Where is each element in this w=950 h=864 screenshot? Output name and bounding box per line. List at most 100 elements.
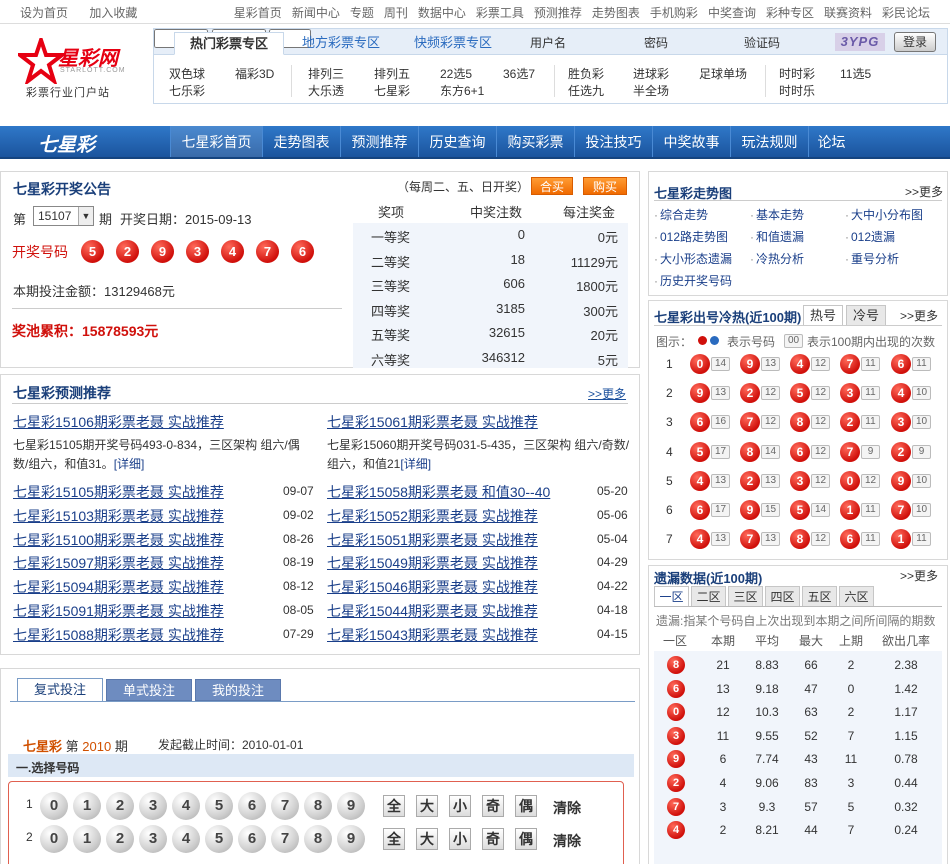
period-select[interactable]: 15107 ▼ (33, 206, 94, 226)
top-link[interactable]: 新闻中心 (292, 6, 340, 20)
nav-item[interactable]: 预测推荐 (340, 126, 418, 157)
zone-tab[interactable]: 五区 (802, 586, 837, 607)
top-link[interactable]: 预测推荐 (534, 6, 582, 20)
login-button[interactable]: 登录 (894, 32, 936, 52)
lottery-link-rx9[interactable]: 任选九 (568, 82, 604, 99)
set-homepage-link[interactable]: 设为首页 (20, 6, 68, 20)
nav-item[interactable]: 七星彩首页 (170, 126, 262, 157)
digit-ball-button[interactable]: 7 (271, 825, 299, 853)
top-link[interactable]: 数据中心 (418, 6, 466, 20)
lottery-link-dlt[interactable]: 大乐透 (308, 82, 344, 99)
digit-ball-button[interactable]: 9 (337, 825, 365, 853)
digit-ball-button[interactable]: 8 (304, 825, 332, 853)
lottery-link-sfc[interactable]: 胜负彩 (568, 65, 604, 82)
tab-cold[interactable]: 冷号 (846, 305, 886, 326)
trend-link[interactable]: · 重号分析 (845, 250, 899, 267)
nav-item[interactable]: 论坛 (808, 126, 854, 157)
prediction-link[interactable]: 七星彩15091期彩票老聂 实战推荐 (13, 601, 224, 621)
tab-single-bet[interactable]: 单式投注 (106, 679, 192, 701)
nav-item[interactable]: 投注技巧 (574, 126, 652, 157)
trend-link[interactable]: · 大中小分布图 (845, 206, 923, 223)
lottery-link-zqdc[interactable]: 足球单场 (699, 65, 747, 82)
trend-link[interactable]: · 冷热分析 (750, 250, 804, 267)
top-link[interactable]: 专题 (350, 6, 374, 20)
top-link[interactable]: 星彩首页 (234, 6, 282, 20)
digit-ball-button[interactable]: 1 (73, 825, 101, 853)
prediction-link[interactable]: 七星彩15103期彩票老聂 实战推荐 (13, 506, 224, 526)
missing-more-link[interactable]: >>更多 (900, 567, 938, 584)
hotcold-more-link[interactable]: >>更多 (900, 307, 938, 324)
prediction-link[interactable]: 七星彩15094期彩票老聂 实战推荐 (13, 577, 224, 597)
nav-item[interactable]: 玩法规则 (730, 126, 808, 157)
lottery-link-qlc[interactable]: 七乐彩 (169, 82, 205, 99)
top-link[interactable]: 联赛资料 (824, 6, 872, 20)
lottery-link-df61[interactable]: 东方6+1 (440, 82, 484, 99)
buy-button[interactable]: 购买 (583, 177, 627, 195)
prediction-link[interactable]: 七星彩15049期彩票老聂 实战推荐 (327, 553, 538, 573)
quick-select-button[interactable]: 偶 (515, 828, 537, 850)
quick-select-button[interactable]: 小 (449, 795, 471, 817)
lottery-link-22x5[interactable]: 22选5 (440, 65, 472, 82)
top-link[interactable]: 走势图表 (592, 6, 640, 20)
lottery-link-36x7[interactable]: 36选7 (503, 65, 535, 82)
prediction-link[interactable]: 七星彩15046期彩票老聂 实战推荐 (327, 577, 538, 597)
top-link[interactable]: 周刊 (384, 6, 408, 20)
trend-link[interactable]: · 012路走势图 (654, 228, 728, 245)
digit-ball-button[interactable]: 0 (40, 792, 68, 820)
nav-item[interactable]: 购买彩票 (496, 126, 574, 157)
trend-link[interactable]: · 大小形态遗漏 (654, 250, 732, 267)
digit-ball-button[interactable]: 2 (106, 792, 134, 820)
featured-right-detail-link[interactable]: [详细] (400, 457, 431, 471)
digit-ball-button[interactable]: 0 (40, 825, 68, 853)
zone-tab[interactable]: 一区 (654, 586, 689, 607)
prediction-link[interactable]: 七星彩15105期彩票老聂 实战推荐 (13, 482, 224, 502)
trend-link[interactable]: · 综合走势 (654, 206, 708, 223)
digit-ball-button[interactable]: 5 (205, 825, 233, 853)
tab-local-lottery[interactable]: 地方彩票专区 (286, 32, 396, 55)
zone-tab[interactable]: 三区 (728, 586, 763, 607)
nav-item[interactable]: 走势图表 (262, 126, 340, 157)
zone-tab[interactable]: 四区 (765, 586, 800, 607)
prediction-link[interactable]: 七星彩15052期彩票老聂 实战推荐 (327, 506, 538, 526)
prediction-link[interactable]: 七星彩15058期彩票老聂 和值30--40 (327, 482, 550, 502)
digit-ball-button[interactable]: 3 (139, 792, 167, 820)
tab-fast-lottery[interactable]: 快频彩票专区 (398, 32, 508, 55)
trend-link[interactable]: · 012遗漏 (845, 228, 895, 245)
lottery-link-bqc[interactable]: 半全场 (633, 82, 669, 99)
lottery-link-pl5[interactable]: 排列五 (374, 65, 410, 82)
trend-more-link[interactable]: >>更多 (905, 183, 943, 200)
prediction-link[interactable]: 七星彩15044期彩票老聂 实战推荐 (327, 601, 538, 621)
top-link[interactable]: 彩票工具 (476, 6, 524, 20)
quick-select-button[interactable]: 全 (383, 795, 405, 817)
trend-link[interactable]: · 基本走势 (750, 206, 804, 223)
lottery-link-ssc[interactable]: 时时彩 (779, 65, 815, 82)
digit-ball-button[interactable]: 6 (238, 825, 266, 853)
site-logo[interactable]: 星彩网 STARLOTT.COM 彩票行业门户站 (14, 36, 138, 100)
predict-more-link[interactable]: >>更多 (588, 385, 626, 402)
top-link[interactable]: 手机购彩 (650, 6, 698, 20)
lottery-link-qxc[interactable]: 七星彩 (374, 82, 410, 99)
digit-ball-button[interactable]: 2 (106, 825, 134, 853)
quick-select-button[interactable]: 奇 (482, 828, 504, 850)
lottery-link-jqc[interactable]: 进球彩 (633, 65, 669, 82)
lottery-link-ssl[interactable]: 时时乐 (779, 82, 815, 99)
prediction-link[interactable]: 七星彩15100期彩票老聂 实战推荐 (13, 530, 224, 550)
featured-left-detail-link[interactable]: [详细] (114, 457, 145, 471)
digit-ball-button[interactable]: 4 (172, 825, 200, 853)
tab-hot-lottery[interactable]: 热门彩票专区 (174, 32, 284, 55)
quick-select-button[interactable]: 大 (416, 828, 438, 850)
zone-tab[interactable]: 二区 (691, 586, 726, 607)
trend-link[interactable]: · 历史开奖号码 (654, 272, 732, 289)
lottery-link-ssq[interactable]: 双色球 (169, 65, 205, 82)
trend-link[interactable]: · 和值遗漏 (750, 228, 804, 245)
digit-ball-button[interactable]: 5 (205, 792, 233, 820)
lottery-link-11x5[interactable]: 11选5 (840, 65, 871, 82)
tab-hot[interactable]: 热号 (803, 305, 843, 326)
prediction-link[interactable]: 七星彩15051期彩票老聂 实战推荐 (327, 530, 538, 550)
top-link[interactable]: 中奖查询 (708, 6, 756, 20)
lottery-link-pl3[interactable]: 排列三 (308, 65, 344, 82)
quick-select-button[interactable]: 全 (383, 828, 405, 850)
digit-ball-button[interactable]: 8 (304, 792, 332, 820)
digit-ball-button[interactable]: 6 (238, 792, 266, 820)
digit-ball-button[interactable]: 9 (337, 792, 365, 820)
